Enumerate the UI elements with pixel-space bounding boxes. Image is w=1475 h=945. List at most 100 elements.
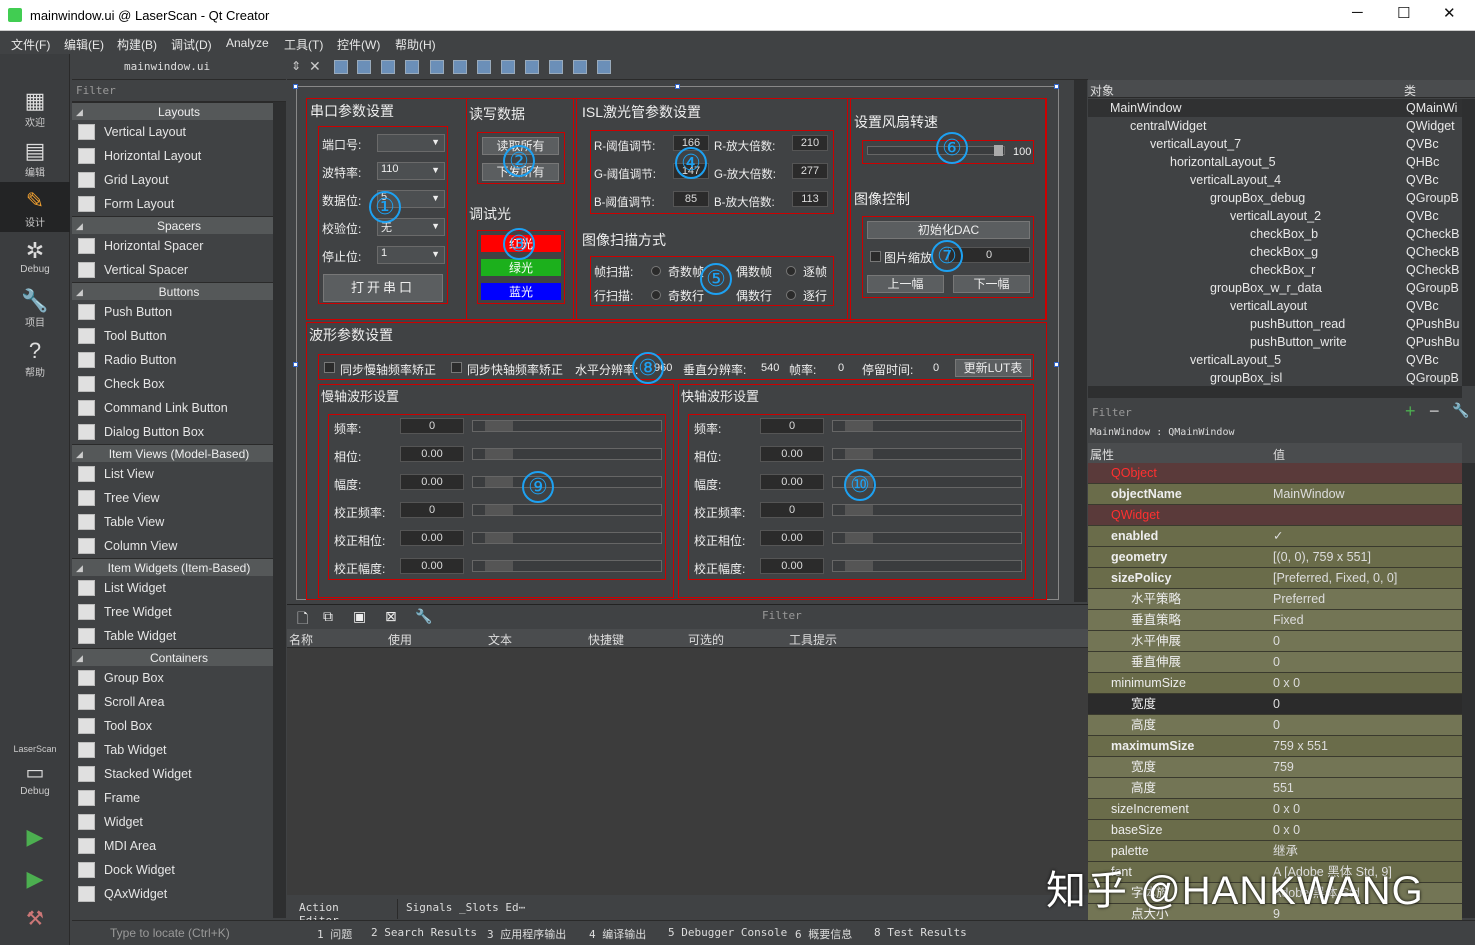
- axis-param-slider[interactable]: [472, 532, 662, 544]
- axis-param-spin[interactable]: 0.00: [400, 558, 464, 574]
- col-tooltip[interactable]: 工具提示: [789, 631, 837, 648]
- widget-item[interactable]: Vertical Layout: [72, 120, 286, 144]
- fps-value[interactable]: 0: [838, 362, 844, 374]
- edit-widgets-icon[interactable]: [334, 60, 348, 74]
- property-value[interactable]: ✓: [1273, 526, 1283, 547]
- mode-help[interactable]: ? 帮助: [0, 338, 70, 379]
- col-text[interactable]: 文本: [488, 631, 512, 648]
- object-tree-row[interactable]: verticalLayout_2 QVBc: [1088, 207, 1462, 225]
- widget-item[interactable]: Stacked Widget: [72, 762, 286, 786]
- sync-slow-checkbox[interactable]: [324, 362, 335, 373]
- category-header[interactable]: ◢ Item Widgets (Item-Based): [72, 558, 286, 576]
- axis-param-spin[interactable]: 0.00: [760, 446, 824, 462]
- widget-item[interactable]: Check Box: [72, 372, 286, 396]
- property-row[interactable]: sizePolicy [Preferred, Fixed, 0, 0]: [1088, 568, 1462, 589]
- open-file-name[interactable]: mainwindow.ui: [124, 60, 210, 73]
- slider-handle[interactable]: [485, 477, 513, 487]
- col-used[interactable]: 使用: [388, 631, 412, 648]
- resize-handle[interactable]: [293, 362, 298, 367]
- mode-debug[interactable]: ✲ Debug: [0, 238, 70, 275]
- baud-combo[interactable]: 110 ▼: [377, 162, 445, 180]
- widget-filter-input[interactable]: Filter: [72, 80, 286, 102]
- layout-horizontal-icon[interactable]: [430, 60, 444, 74]
- property-row[interactable]: 垂直策略 Fixed: [1088, 610, 1462, 631]
- axis-param-spin[interactable]: 0.00: [400, 530, 464, 546]
- next-image-button[interactable]: 下一幅: [953, 275, 1030, 293]
- axis-param-spin[interactable]: 0.00: [400, 474, 464, 490]
- axis-param-slider[interactable]: [832, 504, 1022, 516]
- mode-design[interactable]: ✎ 设计: [0, 182, 70, 232]
- axis-param-spin[interactable]: 0: [400, 502, 464, 518]
- copy-action-icon[interactable]: ⧉: [323, 608, 333, 625]
- b-gain-spin[interactable]: 113: [792, 191, 828, 207]
- property-value[interactable]: 551: [1273, 778, 1294, 799]
- object-tree-row[interactable]: groupBox_w_r_data QGroupB: [1088, 279, 1462, 297]
- col-name[interactable]: 名称: [289, 631, 313, 648]
- property-col[interactable]: 属性: [1090, 446, 1114, 463]
- break-layout-icon[interactable]: [573, 60, 587, 74]
- adjust-size-icon[interactable]: [597, 60, 611, 74]
- pane-app-output[interactable]: 3 应用程序输出: [487, 926, 566, 942]
- slider-handle[interactable]: [845, 421, 873, 431]
- axis-param-slider[interactable]: [832, 420, 1022, 432]
- debug-run-icon[interactable]: ▶: [0, 866, 70, 892]
- green-light-checkbox[interactable]: 绿光: [481, 259, 561, 276]
- property-value[interactable]: Preferred: [1273, 589, 1325, 610]
- resize-handle[interactable]: [675, 84, 680, 89]
- slider-handle[interactable]: [845, 449, 873, 459]
- menu-help[interactable]: 帮助(H): [395, 36, 436, 53]
- category-header[interactable]: ◢ Containers: [72, 648, 286, 666]
- property-row[interactable]: 高度 551: [1088, 778, 1462, 799]
- property-value[interactable]: 0: [1273, 694, 1280, 715]
- kit-selector[interactable]: ▭ Debug: [0, 760, 70, 797]
- zoom-checkbox[interactable]: [870, 251, 881, 262]
- object-tree-row[interactable]: verticalLayout_4 QVBc: [1088, 171, 1462, 189]
- widget-item[interactable]: Dialog Button Box: [72, 420, 286, 444]
- property-row[interactable]: 水平策略 Preferred: [1088, 589, 1462, 610]
- stay-value[interactable]: 0: [933, 362, 939, 374]
- axis-param-spin[interactable]: 0: [760, 418, 824, 434]
- property-row[interactable]: 水平伸展 0: [1088, 631, 1462, 652]
- object-tree-row[interactable]: verticalLayout_7 QVBc: [1088, 135, 1462, 153]
- widget-item[interactable]: Push Button: [72, 300, 286, 324]
- slider-handle[interactable]: [485, 533, 513, 543]
- prev-image-button[interactable]: 上一幅: [867, 275, 944, 293]
- sync-fast-checkbox[interactable]: [451, 362, 462, 373]
- minimize-button[interactable]: ─: [1352, 4, 1363, 21]
- resize-handle[interactable]: [1054, 362, 1059, 367]
- mode-welcome[interactable]: ▦ 欢迎: [0, 88, 70, 129]
- menu-build[interactable]: 构建(B): [117, 36, 157, 53]
- widget-item[interactable]: Grid Layout: [72, 168, 286, 192]
- object-tree-row[interactable]: groupBox_debug QGroupB: [1088, 189, 1462, 207]
- object-tree-row[interactable]: verticalLayout_5 QVBc: [1088, 351, 1462, 369]
- widget-item[interactable]: Table Widget: [72, 624, 286, 648]
- pane-compile-output[interactable]: 4 编译输出: [589, 926, 646, 942]
- slider-handle[interactable]: [485, 421, 513, 431]
- object-tree-row[interactable]: checkBox_g QCheckB: [1088, 243, 1462, 261]
- port-combo[interactable]: ▼: [377, 134, 445, 152]
- edit-tab-order-icon[interactable]: [405, 60, 419, 74]
- widget-item[interactable]: Column View: [72, 534, 286, 558]
- object-tree-row[interactable]: checkBox_b QCheckB: [1088, 225, 1462, 243]
- per-line-radio[interactable]: [786, 290, 796, 300]
- slider-handle[interactable]: [845, 505, 873, 515]
- property-value[interactable]: 0: [1273, 652, 1280, 673]
- property-value[interactable]: Fixed: [1273, 610, 1304, 631]
- odd-line-radio[interactable]: [651, 290, 661, 300]
- mode-projects[interactable]: 🔧 项目: [0, 288, 70, 329]
- property-row[interactable]: baseSize 0 x 0: [1088, 820, 1462, 841]
- layout-form-icon[interactable]: [525, 60, 539, 74]
- paste-action-icon[interactable]: ▣: [353, 608, 366, 625]
- axis-param-spin[interactable]: 0: [760, 502, 824, 518]
- slider-handle[interactable]: [485, 449, 513, 459]
- combo-arrows-icon[interactable]: ⇕: [291, 59, 301, 73]
- stopbits-combo[interactable]: 1 ▼: [377, 246, 445, 264]
- object-tree-row[interactable]: horizontalLayout_5 QHBc: [1088, 153, 1462, 171]
- widget-item[interactable]: Tool Button: [72, 324, 286, 348]
- class-col[interactable]: 类: [1404, 82, 1416, 99]
- property-row[interactable]: QObject: [1088, 463, 1462, 484]
- menu-edit[interactable]: 编辑(E): [64, 36, 104, 53]
- layout-split-h-icon[interactable]: [477, 60, 491, 74]
- axis-param-spin[interactable]: 0.00: [760, 530, 824, 546]
- object-tree-scrollbar[interactable]: [1462, 99, 1475, 386]
